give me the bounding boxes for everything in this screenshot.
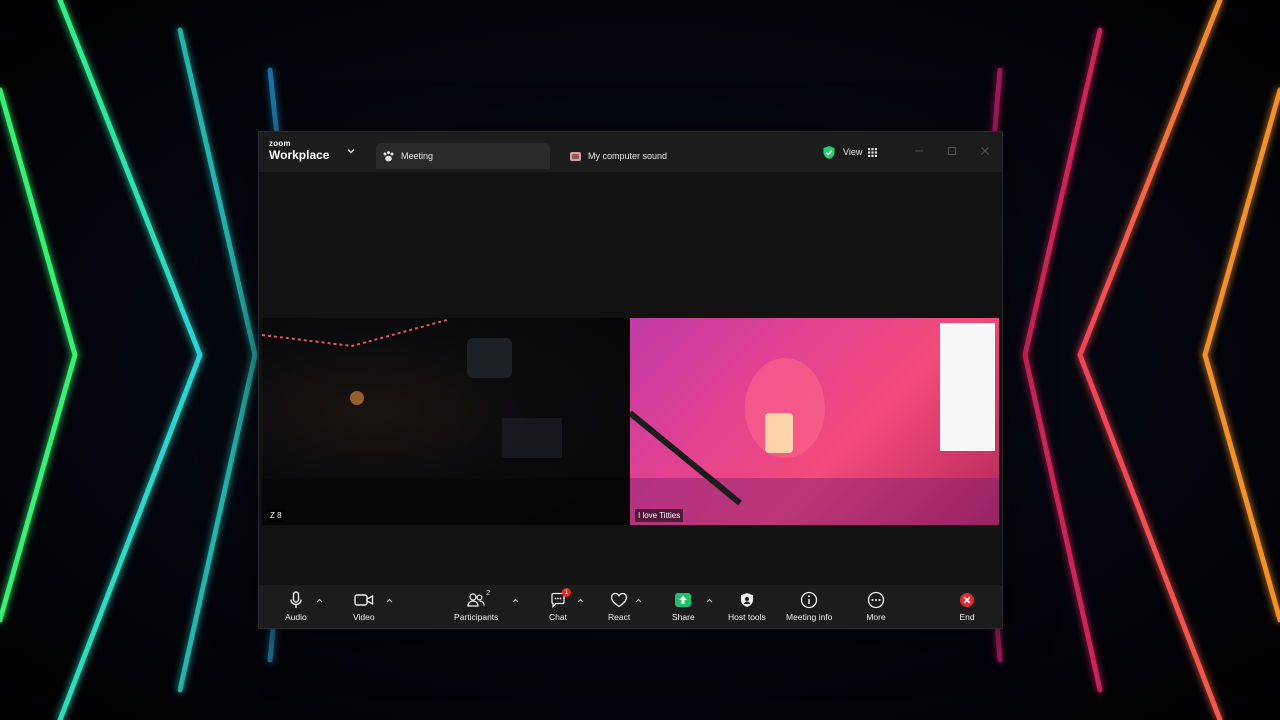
shield-check-icon[interactable] (822, 145, 836, 160)
react-options-chevron-icon[interactable] (635, 597, 642, 604)
video-feed-dark-room (262, 319, 630, 525)
audio-button[interactable]: Audio (285, 591, 307, 622)
end-meeting-button[interactable]: End (957, 591, 977, 622)
host-tools-label: Host tools (728, 612, 766, 622)
zoom-window: zoom Workplace Meeting My computer sound… (259, 132, 1002, 628)
participant-name: Z 8 (267, 509, 285, 522)
tab-sound-label: My computer sound (588, 151, 668, 161)
participants-count: 2 (486, 590, 491, 597)
close-icon[interactable] (980, 146, 990, 156)
share-button[interactable]: Share (672, 591, 695, 622)
tab-my-computer-sound[interactable]: My computer sound (563, 143, 733, 169)
chat-label: Chat (549, 612, 567, 622)
participant-name: I love Titties (635, 509, 684, 522)
view-button[interactable]: View (843, 144, 878, 160)
video-camera-icon (354, 591, 374, 609)
end-label: End (959, 612, 975, 622)
heart-icon (609, 591, 629, 609)
brand-big: Workplace (269, 148, 330, 162)
react-label: React (608, 612, 631, 622)
view-label: View (843, 147, 863, 157)
end-call-icon (957, 591, 977, 609)
share-screen-icon (673, 591, 693, 609)
video-gallery: Z 8 I love Titties (259, 172, 1002, 585)
react-button[interactable]: React (608, 591, 630, 622)
brand-small: zoom (269, 139, 291, 148)
zoom-workplace-logo[interactable]: zoom Workplace (269, 139, 330, 162)
meeting-info-button[interactable]: Meeting info (786, 591, 832, 622)
microphone-icon (286, 591, 306, 609)
chat-bubble-icon: 1 (548, 588, 571, 609)
chat-button[interactable]: 1 Chat (548, 588, 571, 622)
share-options-chevron-icon[interactable] (706, 597, 713, 604)
speaker-icon (569, 150, 582, 163)
participants-label: Participants (454, 612, 499, 622)
more-label: More (866, 612, 886, 622)
video-feed-pink-room (630, 323, 999, 525)
grid-icon (868, 147, 878, 157)
participants-options-chevron-icon[interactable] (512, 597, 519, 604)
maximize-icon[interactable] (947, 146, 957, 156)
tab-meeting[interactable]: Meeting (376, 143, 550, 169)
chat-options-chevron-icon[interactable] (577, 597, 584, 604)
more-button[interactable]: More (866, 591, 886, 622)
info-icon (799, 591, 819, 609)
tab-meeting-label: Meeting (401, 151, 434, 161)
meeting-toolbar: Audio Video 2 Participants 1 Chat React … (259, 585, 1002, 628)
participants-button[interactable]: 2 Participants (454, 590, 499, 622)
desktop-background: zoom Workplace Meeting My computer sound… (0, 0, 1280, 720)
video-label: Video (353, 612, 375, 622)
audio-options-chevron-icon[interactable] (316, 597, 323, 604)
video-tile[interactable]: I love Titties (630, 318, 999, 525)
paw-icon (382, 150, 395, 163)
minimize-icon[interactable] (914, 146, 924, 156)
video-tile[interactable]: Z 8 (262, 318, 630, 525)
audio-label: Audio (285, 612, 307, 622)
host-tools-button[interactable]: Host tools (728, 591, 766, 622)
title-bar: zoom Workplace Meeting My computer sound… (259, 132, 1002, 172)
meeting-info-label: Meeting info (786, 612, 833, 622)
video-options-chevron-icon[interactable] (386, 597, 393, 604)
participants-icon: 2 (466, 590, 490, 609)
share-label: Share (672, 612, 695, 622)
more-icon (866, 591, 886, 609)
video-button[interactable]: Video (353, 591, 375, 622)
chevron-down-icon[interactable] (346, 146, 356, 156)
shield-icon (737, 591, 757, 609)
chat-unread-badge: 1 (562, 588, 571, 597)
